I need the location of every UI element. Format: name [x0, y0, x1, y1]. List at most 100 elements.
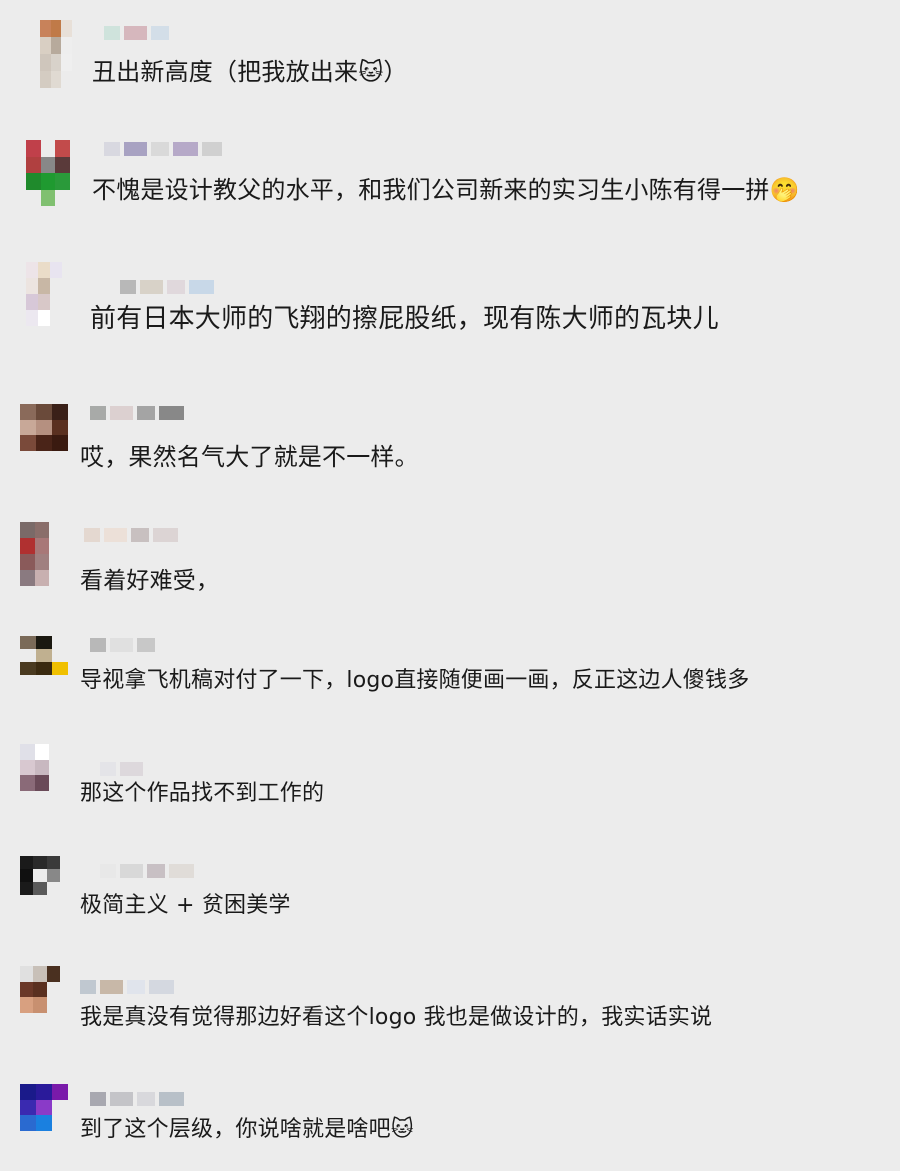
avatar-pixel	[52, 450, 68, 466]
username-blurred[interactable]	[100, 862, 194, 880]
avatar[interactable]	[26, 262, 62, 326]
avatar[interactable]	[20, 1084, 68, 1146]
avatar-pixel	[50, 20, 62, 37]
avatar[interactable]	[20, 966, 60, 1028]
avatar-pixel	[20, 882, 34, 895]
avatar-pixel	[34, 790, 50, 806]
avatar-pixel	[20, 981, 34, 997]
avatar-pixel	[52, 419, 68, 435]
avatar-pixel	[20, 570, 35, 586]
username-mosaic-block	[189, 280, 214, 294]
username-blurred[interactable]	[80, 978, 174, 996]
username-blurred[interactable]	[104, 24, 169, 42]
avatar-pixel	[46, 981, 60, 997]
avatar-pixel	[55, 156, 70, 173]
comment-text: 不愧是设计教父的水平，和我们公司新来的实习生小陈有得一拼🤭	[92, 176, 800, 204]
avatar-pixel	[52, 435, 68, 451]
avatar-pixel	[33, 966, 47, 982]
avatar-pixel	[20, 419, 36, 435]
avatar-pixel	[20, 856, 34, 869]
username-mosaic-block	[159, 406, 184, 420]
avatar[interactable]	[20, 404, 68, 466]
username-mosaic-block	[100, 864, 116, 878]
avatar-pixel	[61, 37, 72, 54]
avatar-pixel	[36, 1115, 52, 1131]
username-mosaic-block	[84, 528, 100, 542]
avatar[interactable]	[20, 636, 68, 688]
username-blurred[interactable]	[104, 140, 222, 158]
avatar-pixel	[36, 675, 52, 688]
avatar-pixel	[20, 895, 34, 908]
username-mosaic-block	[137, 1092, 155, 1106]
avatar-pixel	[38, 262, 50, 278]
avatar-pixel	[46, 997, 60, 1013]
avatar-pixel	[38, 294, 50, 310]
avatar-pixel	[20, 538, 35, 554]
avatar-pixel	[20, 675, 36, 688]
avatar-pixel	[50, 54, 62, 71]
avatar-pixel	[40, 20, 51, 37]
avatar-pixel	[20, 1084, 36, 1100]
username-mosaic-block	[124, 26, 147, 40]
username-mosaic-block	[173, 142, 198, 156]
avatar[interactable]	[20, 522, 64, 586]
avatar-pixel	[36, 1084, 52, 1100]
avatar-pixel	[26, 310, 38, 326]
avatar-pixel	[36, 636, 52, 649]
avatar-pixel	[34, 570, 50, 586]
avatar-pixel	[20, 1012, 34, 1028]
avatar-pixel	[49, 538, 64, 554]
avatar-pixel	[40, 189, 56, 206]
avatar-pixel	[34, 759, 50, 775]
username-mosaic-block	[153, 528, 178, 542]
username-mosaic-block	[104, 26, 120, 40]
avatar[interactable]	[26, 140, 70, 206]
avatar-pixel	[26, 189, 41, 206]
avatar-pixel	[40, 54, 51, 71]
avatar-pixel	[20, 662, 36, 675]
avatar-pixel	[50, 310, 62, 326]
avatar-pixel	[20, 1130, 36, 1146]
avatar-pixel	[40, 71, 51, 88]
username-blurred[interactable]	[120, 278, 214, 296]
avatar-pixel	[20, 522, 35, 538]
username-mosaic-block	[90, 1092, 106, 1106]
username-blurred[interactable]	[84, 526, 178, 544]
username-mosaic-block	[137, 638, 155, 652]
username-mosaic-block	[202, 142, 222, 156]
comment-text: 到了这个层级，你说啥就是啥吧🐱	[80, 1117, 414, 1142]
avatar-pixel	[49, 790, 64, 806]
username-blurred[interactable]	[90, 1090, 184, 1108]
avatar-pixel	[20, 869, 34, 882]
avatar-pixel	[20, 404, 36, 420]
avatar-pixel	[40, 156, 56, 173]
avatar-pixel	[49, 744, 64, 760]
avatar-pixel	[20, 636, 36, 649]
avatar-pixel	[20, 450, 36, 466]
avatar[interactable]	[20, 856, 60, 908]
comment-text: 那这个作品找不到工作的	[80, 781, 325, 806]
avatar-pixel	[40, 37, 51, 54]
avatar-pixel	[20, 649, 36, 662]
avatar-pixel	[52, 1084, 68, 1100]
username-mosaic-block	[100, 762, 116, 776]
username-blurred[interactable]	[90, 636, 155, 654]
avatar-pixel	[49, 522, 64, 538]
avatar-pixel	[36, 1130, 52, 1146]
avatar-pixel	[55, 173, 70, 190]
avatar-pixel	[46, 966, 60, 982]
avatar[interactable]	[20, 744, 64, 806]
username-mosaic-block	[124, 142, 147, 156]
avatar-pixel	[52, 636, 68, 649]
avatar-pixel	[26, 156, 41, 173]
avatar-pixel	[50, 37, 62, 54]
avatar-pixel	[36, 435, 52, 451]
avatar[interactable]	[40, 20, 72, 88]
avatar-pixel	[46, 882, 60, 895]
avatar-pixel	[50, 294, 62, 310]
avatar-pixel	[36, 649, 52, 662]
username-blurred[interactable]	[90, 404, 184, 422]
avatar-pixel	[40, 140, 56, 157]
avatar-pixel	[20, 744, 35, 760]
username-mosaic-block	[110, 1092, 133, 1106]
